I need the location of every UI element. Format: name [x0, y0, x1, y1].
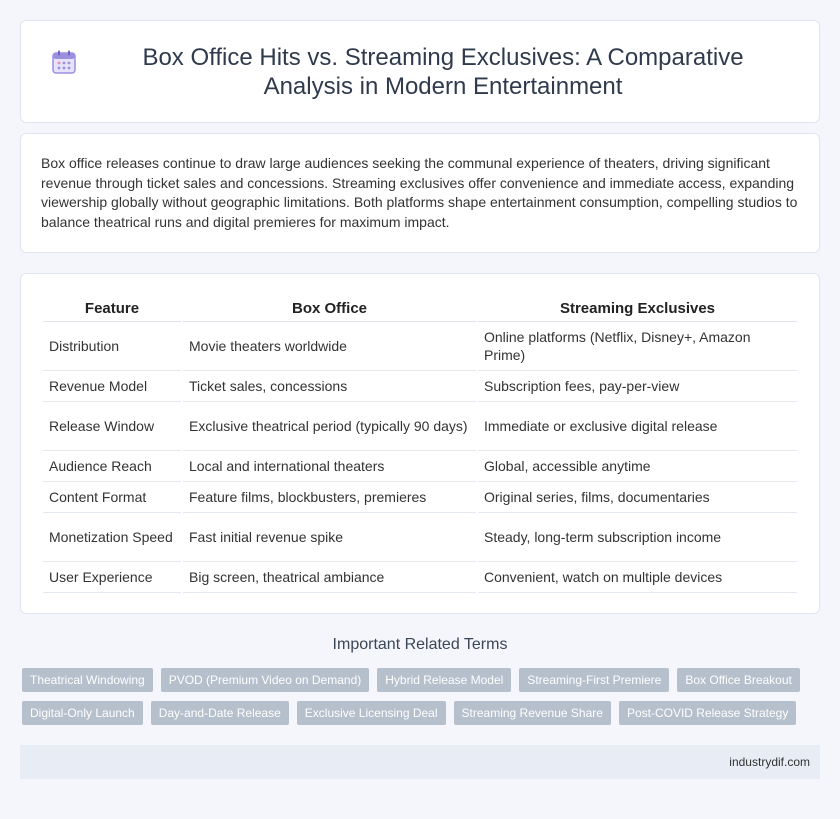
- tag-day-and-date-release[interactable]: Day-and-Date Release: [150, 701, 289, 725]
- tag-pvod[interactable]: PVOD (Premium Video on Demand): [160, 668, 370, 692]
- related-terms-tags: Theatrical Windowing PVOD (Premium Video…: [22, 668, 818, 734]
- calendar-icon: [52, 50, 76, 74]
- intro-text: Box office releases continue to draw lar…: [41, 155, 798, 230]
- title-card: Box Office Hits vs. Streaming Exclusives…: [20, 20, 820, 123]
- table-row: User Experience Big screen, theatrical a…: [43, 562, 797, 593]
- cell-box-office: Exclusive theatrical period (typically 9…: [183, 402, 476, 451]
- cell-feature: Content Format: [43, 482, 181, 513]
- related-terms-title: Important Related Terms: [332, 636, 508, 653]
- cell-box-office: Feature films, blockbusters, premieres: [183, 482, 476, 513]
- tag-streaming-first-premiere[interactable]: Streaming-First Premiere: [519, 668, 670, 692]
- intro-card: Box office releases continue to draw lar…: [20, 133, 820, 253]
- table-row: Monetization Speed Fast initial revenue …: [43, 513, 797, 562]
- cell-feature: Audience Reach: [43, 451, 181, 482]
- cell-box-office: Local and international theaters: [183, 451, 476, 482]
- table-header-row: Feature Box Office Streaming Exclusives: [43, 294, 797, 322]
- cell-feature: Revenue Model: [43, 371, 181, 402]
- cell-streaming: Convenient, watch on multiple devices: [478, 562, 797, 593]
- tag-streaming-revenue-share[interactable]: Streaming Revenue Share: [453, 701, 611, 725]
- cell-feature: Distribution: [43, 322, 181, 371]
- tag-digital-only-launch[interactable]: Digital-Only Launch: [22, 701, 143, 725]
- header-feature: Feature: [43, 294, 181, 322]
- footer-site[interactable]: industrydif.com: [729, 755, 810, 769]
- tag-box-office-breakout[interactable]: Box Office Breakout: [677, 668, 800, 692]
- cell-streaming: Original series, films, documentaries: [478, 482, 797, 513]
- table-row: Content Format Feature films, blockbuste…: [43, 482, 797, 513]
- cell-box-office: Ticket sales, concessions: [183, 371, 476, 402]
- table-row: Revenue Model Ticket sales, concessions …: [43, 371, 797, 402]
- tag-hybrid-release-model[interactable]: Hybrid Release Model: [377, 668, 512, 692]
- page-title: Box Office Hits vs. Streaming Exclusives…: [142, 43, 744, 100]
- cell-streaming: Global, accessible anytime: [478, 451, 797, 482]
- comparison-table: Feature Box Office Streaming Exclusives …: [41, 294, 799, 593]
- title-wrap: Box Office Hits vs. Streaming Exclusives…: [51, 43, 789, 101]
- cell-box-office: Big screen, theatrical ambiance: [183, 562, 476, 593]
- footer: industrydif.com: [20, 745, 820, 779]
- cell-feature: User Experience: [43, 562, 181, 593]
- cell-streaming: Subscription fees, pay-per-view: [478, 371, 797, 402]
- table-row: Audience Reach Local and international t…: [43, 451, 797, 482]
- cell-box-office: Movie theaters worldwide: [183, 322, 476, 371]
- cell-box-office: Fast initial revenue spike: [183, 513, 476, 562]
- table-row: Release Window Exclusive theatrical peri…: [43, 402, 797, 451]
- cell-feature: Release Window: [43, 402, 181, 451]
- cell-streaming: Immediate or exclusive digital release: [478, 402, 797, 451]
- cell-streaming: Online platforms (Netflix, Disney+, Amaz…: [478, 322, 797, 371]
- tag-post-covid-release-strategy[interactable]: Post-COVID Release Strategy: [618, 701, 797, 725]
- table-row: Distribution Movie theaters worldwide On…: [43, 322, 797, 371]
- cell-streaming: Steady, long-term subscription income: [478, 513, 797, 562]
- header-box-office: Box Office: [183, 294, 476, 322]
- header-streaming: Streaming Exclusives: [478, 294, 797, 322]
- cell-feature: Monetization Speed: [43, 513, 181, 562]
- tag-theatrical-windowing[interactable]: Theatrical Windowing: [22, 668, 153, 692]
- table-card: Feature Box Office Streaming Exclusives …: [20, 273, 820, 614]
- tag-exclusive-licensing-deal[interactable]: Exclusive Licensing Deal: [296, 701, 446, 725]
